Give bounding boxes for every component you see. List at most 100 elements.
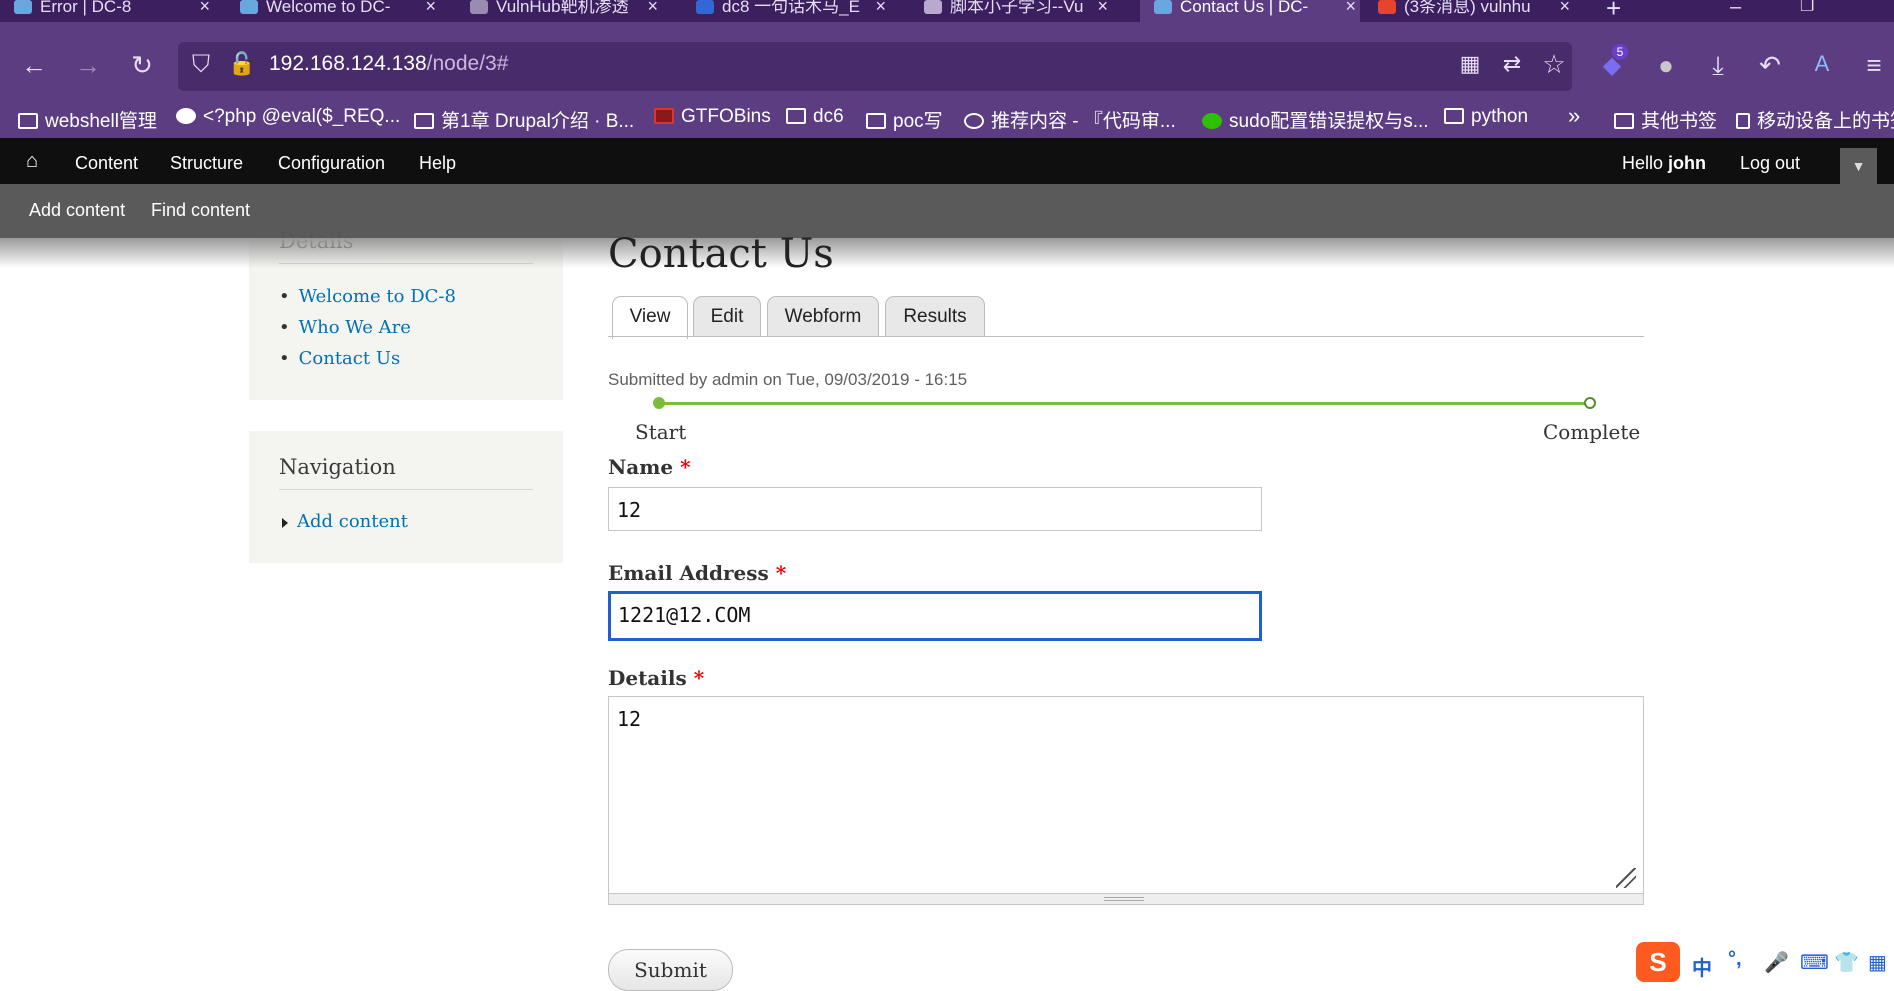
bookmark-item[interactable]: dc6 — [786, 106, 844, 128]
search-icon — [176, 108, 196, 124]
link-icon — [924, 0, 942, 14]
close-tab-icon[interactable]: × — [647, 0, 658, 15]
globe-icon — [964, 113, 984, 129]
restore-icon[interactable]: ❐ — [1800, 0, 1830, 22]
required-marker: * — [775, 561, 787, 585]
toolbar-shadow — [0, 238, 1894, 268]
csdn-icon — [1378, 0, 1396, 14]
browser-tab[interactable]: dc8 一句话木马_E × — [696, 0, 890, 22]
ime-punctuation-toggle[interactable]: °, — [1728, 948, 1742, 971]
browser-tab-strip: Error | DC-8 × Welcome to DC- × VulnHub靶机渗… — [0, 0, 1894, 22]
close-tab-icon[interactable]: × — [199, 0, 210, 15]
shortcut-add-content[interactable]: Add content — [29, 200, 125, 221]
browser-tab-active[interactable]: Contact Us | DC- × — [1140, 0, 1360, 22]
browser-tab[interactable]: 脚本小子学习--Vu × — [924, 0, 1112, 22]
browser-tab[interactable]: (3条消息) vulnhu × — [1378, 0, 1574, 22]
microphone-icon[interactable]: 🎤 — [1764, 950, 1789, 975]
home-icon[interactable]: ⌂ — [26, 150, 38, 173]
progress-track — [660, 402, 1591, 405]
progress-start-marker — [653, 397, 665, 409]
bookmarks-overflow-button[interactable]: » — [1568, 103, 1580, 129]
expand-arrow-icon — [282, 518, 288, 528]
drupal-icon — [14, 0, 32, 14]
tab-results[interactable]: Results — [885, 296, 985, 337]
bookmark-item[interactable]: 第1章 Drupal介绍 · B... — [414, 106, 634, 133]
insecure-lock-icon[interactable]: 🔓 — [224, 51, 260, 77]
bookmark-item[interactable]: sudo配置错误提权与s... — [1202, 106, 1429, 133]
grip-lines-icon — [1104, 897, 1144, 901]
submitted-meta: Submitted by admin on Tue, 09/03/2019 - … — [608, 370, 968, 389]
sogou-ime-icon[interactable]: S — [1636, 942, 1680, 982]
book-icon — [414, 113, 434, 129]
sidebar-link-welcome[interactable]: Welcome to DC-8 — [279, 286, 456, 307]
close-tab-icon[interactable]: × — [875, 0, 886, 15]
bookmark-item[interactable]: GTFOBins — [654, 106, 771, 128]
user-greeting[interactable]: Hello john — [1622, 153, 1706, 174]
bookmark-item[interactable]: webshell管理 — [18, 106, 157, 133]
close-tab-icon[interactable]: × — [1097, 0, 1108, 15]
details-textarea[interactable]: 12 — [608, 696, 1644, 894]
toolbar-content[interactable]: Content — [75, 153, 138, 174]
back-icon[interactable]: ← — [16, 50, 52, 81]
skin-icon[interactable]: 👕 — [1834, 950, 1859, 975]
name-field[interactable]: 12 — [608, 487, 1262, 531]
translate-icon[interactable]: ⇄ — [1494, 51, 1530, 77]
minimize-icon[interactable]: – — [1730, 0, 1760, 22]
folder-icon — [1614, 113, 1634, 129]
resize-handle-icon[interactable] — [1616, 868, 1636, 888]
tab-view[interactable]: View — [612, 296, 688, 339]
baidu-icon — [696, 0, 714, 14]
wechat-icon — [1202, 113, 1222, 129]
bookmark-item[interactable]: 移动设备上的书签 — [1736, 106, 1894, 133]
bookmark-item[interactable]: 其他书签 — [1614, 106, 1717, 133]
logout-link[interactable]: Log out — [1740, 153, 1800, 174]
drupal-icon — [240, 0, 258, 14]
forward-icon[interactable]: → — [70, 50, 106, 81]
close-tab-icon[interactable]: × — [1345, 0, 1356, 15]
navigation-block: Navigation Add content — [249, 431, 563, 563]
ime-language-toggle[interactable]: 中 — [1692, 952, 1712, 981]
tab-webform[interactable]: Webform — [767, 296, 879, 337]
progress-start-label: Start — [635, 420, 687, 444]
qr-code-icon[interactable]: ▦ — [1452, 51, 1488, 77]
mobile-icon — [1736, 113, 1750, 129]
record-icon[interactable]: ● — [1648, 50, 1684, 81]
close-tab-icon[interactable]: × — [1559, 0, 1570, 15]
toolbox-icon[interactable]: ▦ — [1868, 950, 1887, 975]
translate-extension-icon[interactable]: A — [1804, 51, 1840, 77]
folder-icon — [866, 113, 886, 129]
sidebar-link-add-content[interactable]: Add content — [297, 511, 408, 532]
toolbar-orientation-toggle[interactable]: ▼ — [1840, 148, 1877, 184]
bookmark-item[interactable]: python — [1444, 106, 1528, 128]
url-text[interactable]: 192.168.124.138/node/3# — [269, 52, 508, 76]
close-tab-icon[interactable]: × — [425, 0, 436, 15]
shield-icon[interactable]: ⛉ — [183, 51, 219, 79]
shortcut-find-content[interactable]: Find content — [151, 200, 250, 221]
browser-tab[interactable]: Error | DC-8 × — [14, 0, 214, 22]
bookmark-item[interactable]: 推荐内容 - 『代码审... — [964, 106, 1176, 133]
bookmark-item[interactable]: poc写 — [866, 106, 943, 133]
page-icon — [470, 0, 488, 14]
sidebar-link-who-we-are[interactable]: Who We Are — [279, 317, 411, 338]
sidebar-link-contact-us[interactable]: Contact Us — [279, 348, 401, 369]
toolbar-help[interactable]: Help — [419, 153, 456, 174]
page-title: Contact Us — [608, 231, 834, 277]
drupal-icon — [1154, 0, 1172, 14]
download-icon[interactable]: ⤓ — [1700, 50, 1736, 82]
toolbar-configuration[interactable]: Configuration — [278, 153, 385, 174]
reload-icon[interactable]: ↻ — [124, 50, 160, 81]
email-field[interactable]: 1221@12.COM — [608, 591, 1262, 641]
toolbar-structure[interactable]: Structure — [170, 153, 243, 174]
menu-icon[interactable]: ≡ — [1856, 50, 1892, 81]
browser-tab[interactable]: Welcome to DC- × — [240, 0, 440, 22]
bookmark-item[interactable]: <?php @eval($_REQ... — [176, 106, 400, 128]
email-label: Email Address * — [608, 561, 787, 585]
browser-tab[interactable]: VulnHub靶机渗透 × — [470, 0, 662, 22]
new-tab-button[interactable]: + — [1606, 0, 1636, 22]
keyboard-icon[interactable]: ⌨ — [1800, 950, 1829, 975]
bookmark-star-icon[interactable]: ☆ — [1536, 49, 1572, 80]
undo-icon[interactable]: ↶ — [1752, 50, 1788, 81]
tab-edit[interactable]: Edit — [693, 296, 761, 337]
tab-underline — [608, 336, 1644, 337]
navigation-block-title: Navigation — [279, 455, 396, 479]
